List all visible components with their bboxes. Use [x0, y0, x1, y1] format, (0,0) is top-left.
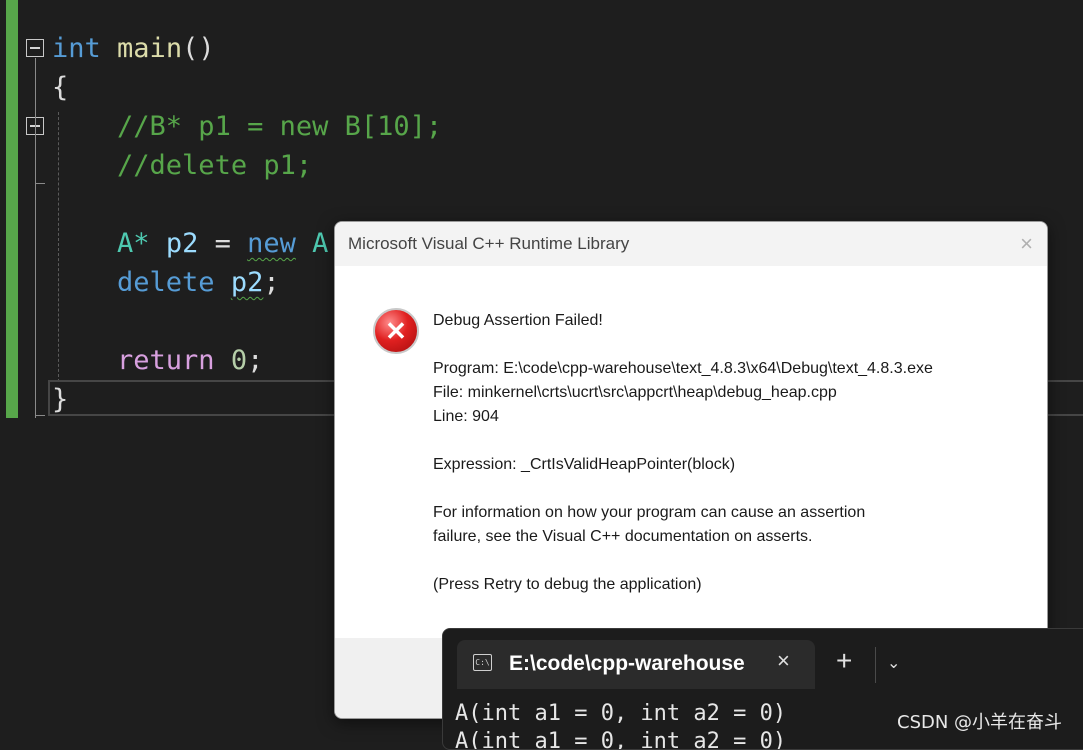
program-path: Program: E:\code\cpp-warehouse\text_4.8.…	[433, 360, 933, 377]
line-number: Line: 904	[433, 408, 499, 425]
code-line-3[interactable]: //B* p1 = new B[10];	[52, 107, 442, 146]
dialog-titlebar[interactable]: Microsoft Visual C++ Runtime Library ×	[335, 222, 1047, 266]
watermark: CSDN @小羊在奋斗	[897, 712, 1063, 733]
variable: p2	[165, 228, 199, 259]
expression-text: Expression: _CrtIsValidHeapPointer(block…	[433, 456, 736, 473]
keyword-return: return	[117, 345, 215, 376]
new-tab-icon[interactable]: +	[836, 647, 852, 675]
error-icon: ✕	[373, 308, 419, 354]
semicolon: ;	[247, 345, 264, 376]
keyword-int: int	[52, 33, 101, 64]
code-line-2[interactable]: {	[52, 68, 68, 107]
code-line-8[interactable]: }	[52, 380, 68, 419]
collapse-main-icon[interactable]	[26, 39, 44, 57]
variable: p2	[230, 267, 264, 298]
function-name: main	[117, 33, 183, 64]
code-line-7[interactable]: return 0;	[52, 341, 263, 380]
code-line-5[interactable]: A* p2 = new A[	[52, 224, 345, 263]
open-brace: {	[52, 72, 69, 103]
info-text-2: failure, see the Visual C++ documentatio…	[433, 528, 813, 545]
number: 0	[230, 345, 248, 376]
parens: ()	[182, 33, 215, 64]
info-text-1: For information on how your program can …	[433, 504, 866, 521]
keyword-delete: delete	[117, 267, 215, 298]
code-line-6[interactable]: delete p2;	[52, 263, 280, 302]
operator: =	[198, 228, 248, 259]
terminal-icon: C:\	[473, 654, 492, 671]
comment: //B* p1 = new B[10];	[117, 111, 443, 142]
retry-hint: (Press Retry to debug the application)	[433, 576, 702, 593]
code-line-4[interactable]: //delete p1;	[52, 146, 312, 185]
outline-guide-end	[35, 183, 45, 184]
chevron-down-icon[interactable]: ⌄	[887, 653, 900, 673]
semicolon: ;	[263, 267, 280, 298]
tab-separator	[875, 647, 876, 683]
terminal-tab[interactable]: C:\ E:\code\cpp-warehouse ×	[457, 640, 815, 689]
change-tracking-bar	[6, 0, 18, 418]
outline-guide	[35, 58, 36, 418]
file-path: File: minkernel\crts\ucrt\src\appcrt\hea…	[433, 384, 837, 401]
dialog-title: Microsoft Visual C++ Runtime Library	[348, 234, 630, 253]
terminal-output-line: A(int a1 = 0, int a2 = 0)	[455, 729, 787, 750]
close-brace: }	[52, 384, 69, 415]
code-line-1[interactable]: int main()	[52, 29, 215, 68]
dialog-heading: Debug Assertion Failed!	[433, 312, 603, 329]
type-name: A*	[117, 228, 150, 259]
comment: //delete p1;	[117, 150, 313, 181]
tab-title: E:\code\cpp-warehouse	[509, 652, 745, 675]
keyword-new: new	[247, 228, 296, 259]
terminal-output-line: A(int a1 = 0, int a2 = 0)	[455, 701, 787, 726]
terminal-tabstrip: C:\ E:\code\cpp-warehouse × + ⌄	[443, 629, 1083, 689]
close-tab-icon[interactable]: ×	[777, 648, 790, 674]
close-icon[interactable]: ×	[1020, 231, 1033, 257]
outline-guide-end	[35, 415, 45, 416]
